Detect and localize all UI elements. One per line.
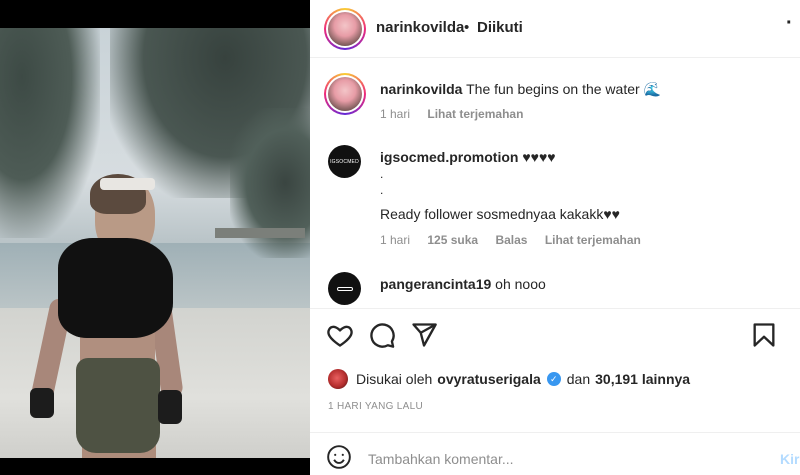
comment-text-line: . bbox=[380, 183, 384, 197]
heart-icon[interactable] bbox=[326, 321, 354, 349]
comment-meta: 1 hari 125 suka Balas Lihat terjemahan bbox=[380, 233, 655, 247]
comment-text-line: Ready follower sosmednyaa kakakk♥♥ bbox=[380, 206, 620, 222]
comment-text: ♥♥♥♥ bbox=[522, 149, 556, 165]
caption-translate-link[interactable]: Lihat terjemahan bbox=[427, 107, 523, 121]
caption-text: The fun begins on the water 🌊 bbox=[466, 81, 661, 97]
comment-translate-link[interactable]: Lihat terjemahan bbox=[545, 233, 641, 247]
author-avatar[interactable] bbox=[324, 8, 366, 50]
post-timestamp[interactable]: 1 HARI YANG LALU bbox=[328, 401, 423, 412]
comment-time[interactable]: 1 hari bbox=[380, 233, 410, 247]
post-header: narinkovilda • Diikuti · bbox=[310, 0, 800, 58]
add-comment-bar: Tambahkan komentar... Kir bbox=[310, 432, 800, 475]
caption-meta: 1 hari Lihat terjemahan bbox=[380, 107, 537, 121]
post-photo-panel[interactable] bbox=[0, 0, 310, 475]
comment-input[interactable]: Tambahkan komentar... bbox=[368, 451, 514, 467]
liked-by-prefix: Disukai oleh bbox=[356, 371, 433, 387]
comment-avatar-text: IGSOCMED bbox=[330, 158, 359, 165]
photo-tree-left bbox=[0, 28, 100, 238]
comment-text: oh nooo bbox=[495, 276, 546, 292]
photo-figure-headband bbox=[100, 178, 155, 190]
photo-figure-shorts bbox=[76, 358, 160, 453]
liked-by-middle: dan bbox=[566, 371, 591, 387]
emoji-icon[interactable] bbox=[326, 444, 352, 470]
verified-icon: ✓ bbox=[546, 372, 561, 386]
post-comment-button[interactable]: Kir bbox=[780, 451, 799, 467]
comment-avatar[interactable] bbox=[328, 272, 361, 305]
comment-username[interactable]: igsocmed.promotion bbox=[380, 149, 518, 165]
post-photo[interactable] bbox=[0, 28, 310, 458]
liked-by: Disukai oleh ovyratuserigala ✓ dan 30,19… bbox=[328, 368, 690, 390]
comment-item: igsocmed.promotion ♥♥♥♥ bbox=[380, 149, 556, 165]
comment-icon[interactable] bbox=[368, 321, 396, 349]
liker-avatar[interactable] bbox=[328, 369, 348, 389]
caption: narinkovilda The fun begins on the water… bbox=[380, 81, 661, 98]
header-separator: • bbox=[464, 19, 470, 36]
likes-count-link[interactable]: 30,191 lainnya bbox=[595, 371, 690, 387]
post-detail-panel: narinkovilda • Diikuti · narinkovilda Th… bbox=[310, 0, 800, 475]
bookmark-icon[interactable] bbox=[750, 321, 778, 349]
photo-pier bbox=[215, 228, 305, 238]
follow-status-button[interactable]: Diikuti bbox=[477, 19, 523, 36]
caption-avatar[interactable] bbox=[324, 73, 366, 115]
photo-figure-glove bbox=[30, 388, 54, 418]
photo-figure-glove bbox=[158, 390, 182, 424]
post-actions bbox=[310, 308, 800, 358]
more-icon[interactable]: · bbox=[786, 12, 793, 35]
caption-time[interactable]: 1 hari bbox=[380, 107, 410, 121]
author-username[interactable]: narinkovilda bbox=[376, 19, 464, 36]
comment-text-line: . bbox=[380, 167, 384, 181]
comment-avatar[interactable]: IGSOCMED bbox=[328, 145, 361, 178]
comment-likes[interactable]: 125 suka bbox=[427, 233, 478, 247]
liker-username[interactable]: ovyratuserigala bbox=[437, 371, 541, 387]
comments-list[interactable]: narinkovilda The fun begins on the water… bbox=[310, 59, 800, 307]
comment-reply-button[interactable]: Balas bbox=[495, 233, 527, 247]
caption-username[interactable]: narinkovilda bbox=[380, 81, 462, 97]
comment-username[interactable]: pangerancinta19 bbox=[380, 276, 491, 292]
share-icon[interactable] bbox=[410, 321, 438, 349]
photo-censor-mark bbox=[58, 238, 173, 338]
comment-item: pangerancinta19 oh nooo bbox=[380, 276, 546, 292]
